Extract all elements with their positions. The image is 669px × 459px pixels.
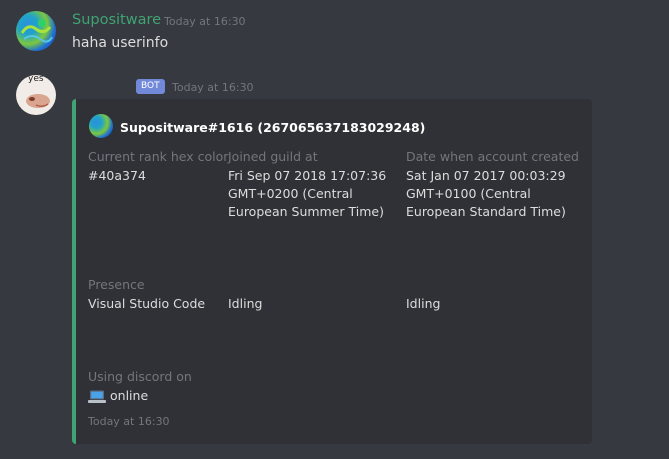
bot-avatar[interactable]: yes <box>16 75 56 115</box>
field-name-created: Date when account created <box>406 149 579 164</box>
embed-footer-timestamp: Today at 16:30 <box>88 415 170 428</box>
field-value-joined: Fri Sep 07 2018 17:07:36 GMT+0200 (Centr… <box>228 168 387 219</box>
field-value-idle-1: Idling <box>228 296 263 311</box>
field-value-idle-2: Idling <box>406 296 441 311</box>
field-value-rank-color: #40a374 <box>88 168 146 183</box>
userinfo-embed: Supositware#1616 (267065637183029248) Cu… <box>72 99 592 444</box>
field-value-created: Sat Jan 07 2017 00:03:29 GMT+0100 (Centr… <box>406 168 566 219</box>
embed-author[interactable]: Supositware#1616 (267065637183029248) <box>120 120 425 135</box>
field-name-rank-color: Current rank hex color <box>88 149 229 164</box>
message-author[interactable]: Supositware <box>72 12 161 28</box>
embed-author-avatar <box>89 114 113 138</box>
avatar-caption: yes <box>28 75 44 84</box>
laptop-icon <box>88 389 106 403</box>
field-name-presence: Presence <box>88 277 145 292</box>
field-value-device: online <box>110 388 149 403</box>
message-timestamp: Today at 16:30 <box>164 15 246 28</box>
field-value-presence: Visual Studio Code <box>88 296 206 311</box>
user-avatar[interactable] <box>16 11 56 51</box>
field-name-joined: Joined guild at <box>228 149 318 164</box>
bot-badge: BOT <box>136 79 165 94</box>
message-content: haha userinfo <box>72 35 169 51</box>
field-name-device: Using discord on <box>88 369 192 384</box>
message-timestamp: Today at 16:30 <box>172 81 254 94</box>
